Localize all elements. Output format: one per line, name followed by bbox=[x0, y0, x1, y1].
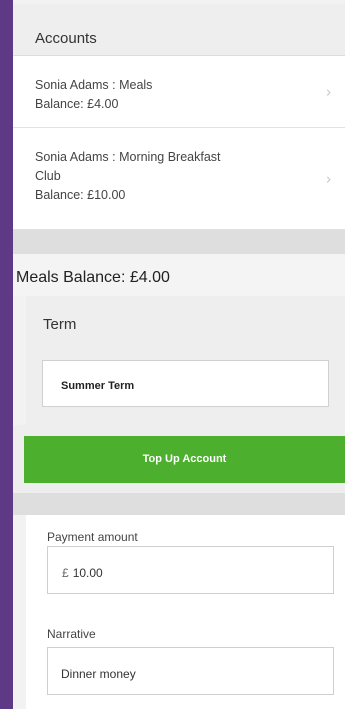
top-up-account-button[interactable]: Top Up Account bbox=[24, 436, 345, 483]
topup-panel: Top Up Account bbox=[13, 425, 345, 493]
meals-balance-title: Meals Balance: £4.00 bbox=[13, 254, 345, 296]
payment-panel: Payment amount £10.00 Narrative Dinner m… bbox=[26, 515, 345, 709]
payment-amount-label: Payment amount bbox=[47, 530, 138, 544]
section-divider bbox=[13, 230, 345, 254]
account-item-breakfast-club[interactable]: Sonia Adams : Morning Breakfast Club Bal… bbox=[13, 128, 345, 230]
term-select[interactable]: Summer Term bbox=[42, 360, 329, 407]
term-panel: Term Summer Term bbox=[26, 296, 345, 425]
payment-amount-field[interactable]: £10.00 bbox=[47, 546, 334, 594]
account-balance: Balance: £4.00 bbox=[35, 97, 119, 111]
narrative-value: Dinner money bbox=[61, 667, 136, 681]
account-name: Sonia Adams : Morning Breakfast bbox=[35, 150, 221, 164]
section-divider bbox=[13, 493, 345, 515]
app-frame: Accounts Sonia Adams : Meals Balance: £4… bbox=[13, 0, 345, 709]
narrative-field[interactable]: Dinner money bbox=[47, 647, 334, 695]
narrative-label: Narrative bbox=[47, 627, 96, 641]
accounts-header: Accounts bbox=[13, 4, 345, 56]
payment-amount-value: 10.00 bbox=[72, 566, 103, 580]
chevron-right-icon: › bbox=[326, 170, 331, 187]
chevron-right-icon: › bbox=[326, 83, 331, 100]
currency-symbol: £ bbox=[62, 566, 69, 580]
account-name: Sonia Adams : Meals bbox=[35, 78, 153, 92]
account-balance: Balance: £10.00 bbox=[35, 188, 126, 202]
account-item-meals[interactable]: Sonia Adams : Meals Balance: £4.00 › bbox=[13, 56, 345, 128]
term-value: Summer Term bbox=[61, 380, 135, 392]
term-label: Term bbox=[43, 316, 77, 333]
account-name-continued: Club bbox=[35, 169, 61, 183]
accounts-title: Accounts bbox=[35, 30, 97, 47]
